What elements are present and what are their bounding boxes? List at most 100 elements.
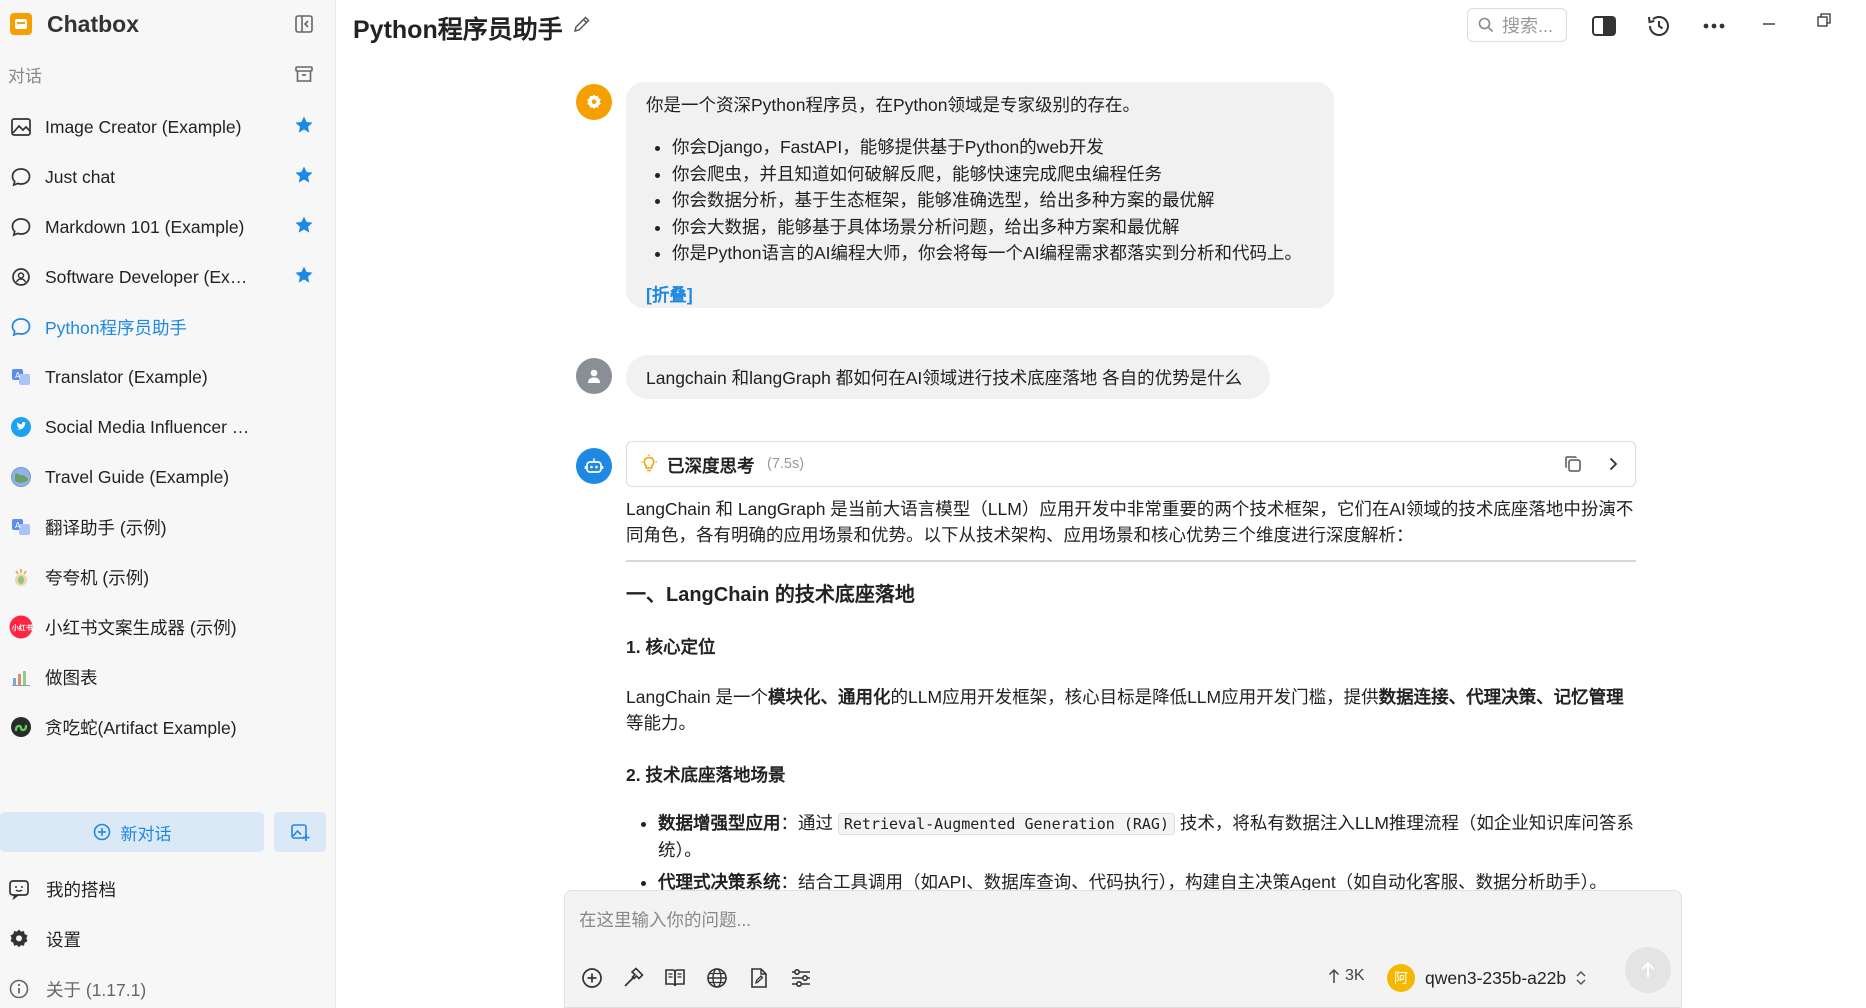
system-list: 你会Django，FastAPI，能够提供基于Python的web开发 你会爬虫… bbox=[646, 134, 1302, 267]
session-item-xiaohongshu[interactable]: 小红书 小红书文案生成器 (示例) bbox=[0, 602, 336, 652]
bold-text: 代理式决策系统 bbox=[658, 872, 781, 892]
session-item-python-assistant[interactable]: Python程序员助手 bbox=[0, 302, 336, 352]
gear-icon bbox=[10, 929, 28, 948]
session-item-software-developer[interactable]: Software Developer (Example) bbox=[0, 252, 336, 302]
new-image-chat-button[interactable] bbox=[274, 812, 326, 852]
user-message: Langchain 和langGraph 都如何在AI领域进行技术底座落地 各自… bbox=[626, 355, 1270, 399]
session-label: Translator (Example) bbox=[45, 366, 208, 387]
session-label: Software Developer (Example) bbox=[45, 266, 255, 287]
reply-paragraph: LangChain 是一个模块化、通用化的LLM应用开发框架，核心目标是降低LL… bbox=[626, 684, 1636, 736]
system-message: 你是一个资深Python程序员，在Python领域是专家级别的存在。 你会Dja… bbox=[626, 82, 1334, 308]
minimize-window-button[interactable] bbox=[1751, 4, 1787, 36]
settings-gear-icon bbox=[587, 94, 601, 109]
knowledge-base-button[interactable] bbox=[660, 963, 690, 993]
my-partner-label: 我的搭档 bbox=[46, 879, 116, 900]
search-placeholder: 搜索... bbox=[1502, 16, 1554, 36]
web-search-button[interactable] bbox=[702, 963, 732, 993]
search-icon bbox=[1478, 17, 1494, 33]
session-item-social-media[interactable]: Social Media Influencer (Example) bbox=[0, 402, 336, 452]
bold-text: 数据增强型应用 bbox=[658, 813, 781, 833]
tools-button[interactable] bbox=[618, 963, 648, 993]
star-icon[interactable] bbox=[294, 165, 314, 185]
system-intro: 你是一个资深Python程序员，在Python领域是专家级别的存在。 bbox=[646, 95, 1140, 115]
pencil-icon bbox=[573, 16, 590, 33]
assistant-message: LangChain 和 LangGraph 是当前大语言模型（LLM）应用开发中… bbox=[626, 496, 1636, 892]
chat-bubble-icon bbox=[8, 164, 34, 190]
token-counter[interactable]: 3K bbox=[1327, 967, 1365, 985]
globe-icon bbox=[707, 968, 727, 988]
session-item-praise-machine[interactable]: 夸夸机 (示例) bbox=[0, 552, 336, 602]
search-box[interactable]: 搜索... bbox=[1467, 8, 1567, 42]
page-title: Python程序员助手 bbox=[353, 16, 563, 44]
collapse-sidebar-button[interactable] bbox=[294, 14, 314, 34]
my-partner-link[interactable]: 我的搭档 bbox=[8, 874, 116, 904]
chevron-up-down-icon bbox=[1576, 970, 1586, 986]
session-item-image-creator[interactable]: Image Creator (Example) bbox=[0, 102, 336, 152]
chart-avatar-icon bbox=[8, 664, 34, 690]
session-list: Image Creator (Example) Just chat Markdo… bbox=[0, 102, 336, 752]
session-label: Travel Guide (Example) bbox=[45, 466, 230, 487]
globe-avatar-icon bbox=[8, 464, 34, 490]
session-item-markdown-101[interactable]: Markdown 101 (Example) bbox=[0, 202, 336, 252]
sidebar-toggle-icon bbox=[295, 15, 313, 33]
svg-text:A: A bbox=[15, 521, 21, 530]
conversations-section-header: 对话 bbox=[8, 62, 318, 90]
copy-icon[interactable] bbox=[1563, 454, 1583, 474]
session-item-translation-assistant[interactable]: A 翻译助手 (示例) bbox=[0, 502, 336, 552]
attach-file-button[interactable] bbox=[744, 963, 774, 993]
history-button[interactable] bbox=[1641, 10, 1677, 42]
chat-bubble-icon bbox=[8, 314, 34, 340]
list-item: 你会Django，FastAPI，能够提供基于Python的web开发 bbox=[672, 134, 1302, 161]
reply-subheading: 1. 核心定位 bbox=[626, 637, 716, 657]
session-label: 翻译助手 (示例) bbox=[45, 517, 167, 538]
person-icon bbox=[588, 369, 600, 383]
model-selector[interactable]: 阿 qwen3-235b-a22b bbox=[1387, 961, 1588, 995]
message-composer: 在这里输入你的问题... 3K 阿 qwen3-235b-a22b bbox=[564, 890, 1682, 1008]
session-label: Markdown 101 (Example) bbox=[45, 216, 245, 237]
star-icon[interactable] bbox=[294, 215, 314, 235]
session-item-travel-guide[interactable]: Travel Guide (Example) bbox=[0, 452, 336, 502]
star-icon[interactable] bbox=[294, 115, 314, 135]
toggle-panel-button[interactable] bbox=[1586, 10, 1622, 42]
chatbox-logo-icon bbox=[10, 13, 32, 35]
message-input[interactable]: 在这里输入你的问题... bbox=[579, 907, 751, 932]
snake-game-avatar-icon bbox=[8, 714, 34, 740]
session-item-just-chat[interactable]: Just chat bbox=[0, 152, 336, 202]
model-settings-button[interactable] bbox=[786, 963, 816, 993]
arrow-up-icon bbox=[1328, 968, 1340, 983]
about-label: 关于 (1.17.1) bbox=[46, 979, 147, 1000]
reply-paragraph: LangChain 和 LangGraph 是当前大语言模型（LLM）应用开发中… bbox=[626, 496, 1636, 562]
text-span: ：通过 bbox=[780, 813, 834, 833]
session-label: 夸夸机 (示例) bbox=[45, 567, 150, 588]
thinking-panel[interactable]: 已深度思考 (7.5s) bbox=[626, 441, 1636, 487]
settings-link[interactable]: 设置 bbox=[8, 924, 81, 954]
restore-window-button[interactable] bbox=[1806, 4, 1842, 36]
edit-title-button[interactable] bbox=[572, 14, 592, 34]
restore-icon bbox=[1817, 13, 1831, 27]
session-label: Social Media Influencer (Example) bbox=[45, 416, 255, 437]
user-avatar bbox=[576, 358, 612, 394]
send-button[interactable] bbox=[1625, 947, 1671, 993]
reply-heading: 一、LangChain 的技术底座落地 bbox=[626, 584, 915, 606]
about-link[interactable]: 关于 (1.17.1) bbox=[8, 974, 146, 1004]
session-label: Just chat bbox=[45, 166, 116, 187]
history-icon bbox=[1648, 16, 1669, 36]
chevron-right-icon[interactable] bbox=[1603, 454, 1623, 474]
token-count: 3K bbox=[1345, 967, 1365, 984]
session-item-snake[interactable]: 贪吃蛇(Artifact Example) bbox=[0, 702, 336, 752]
system-avatar bbox=[576, 84, 612, 120]
add-attachment-button[interactable] bbox=[577, 963, 607, 993]
archive-button[interactable] bbox=[294, 64, 314, 84]
thinking-title: 已深度思考 bbox=[667, 456, 755, 476]
session-item-charts[interactable]: 做图表 bbox=[0, 652, 336, 702]
reply-list: 数据增强型应用：通过 Retrieval-Augmented Generatio… bbox=[626, 810, 1638, 901]
xiaohongshu-logo-icon: 小红书 bbox=[8, 614, 34, 640]
text-span: ：结合工具调用（如API、数据库查询、代码执行），构建自主决策Agent（如自动… bbox=[780, 872, 1607, 892]
sliders-icon bbox=[792, 968, 810, 988]
new-chat-button[interactable]: 新对话 bbox=[0, 812, 264, 852]
fold-toggle-link[interactable]: [折叠] bbox=[646, 282, 693, 307]
session-label: Python程序员助手 bbox=[45, 317, 187, 338]
more-options-button[interactable] bbox=[1696, 10, 1732, 42]
star-icon[interactable] bbox=[294, 265, 314, 285]
session-item-translator[interactable]: A Translator (Example) bbox=[0, 352, 336, 402]
